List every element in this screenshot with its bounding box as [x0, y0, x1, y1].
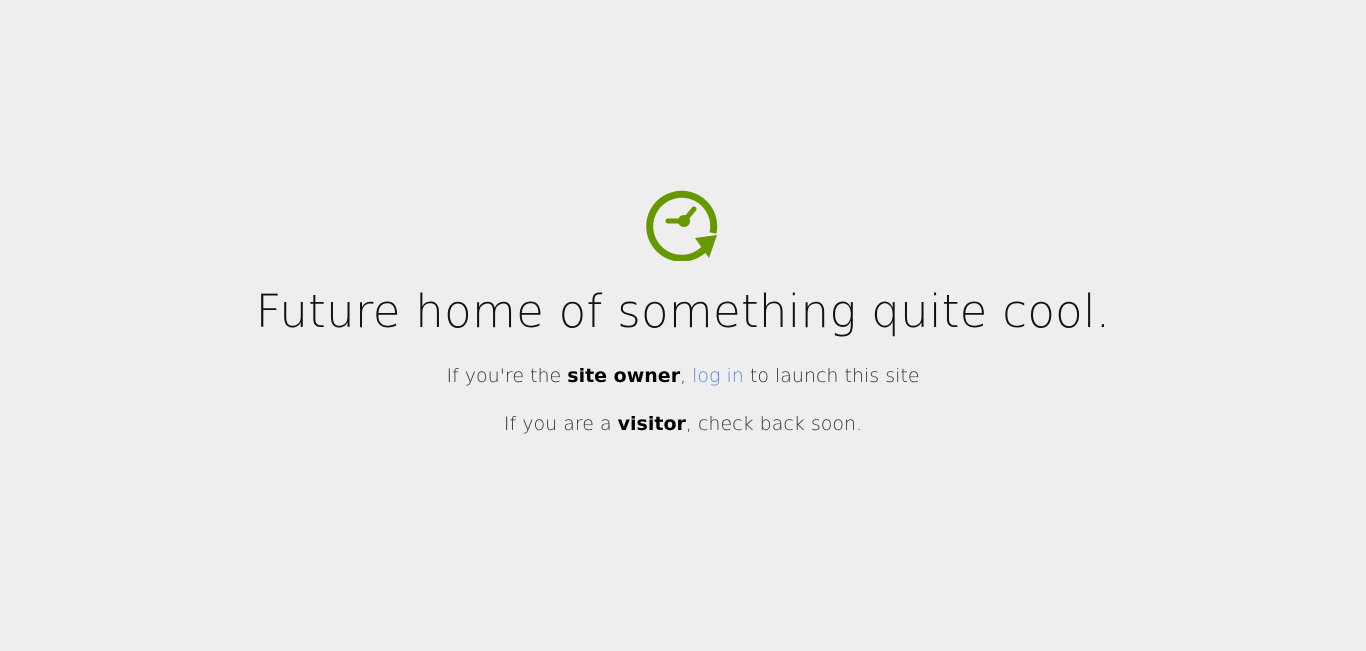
visitor-emphasis: visitor: [617, 413, 686, 435]
site-owner-message: If you're the site owner, log in to laun…: [0, 363, 1366, 389]
log-in-link[interactable]: log in: [692, 365, 744, 387]
visitor-prefix: If you are a: [503, 413, 618, 435]
page-title: Future home of something quite cool.: [255, 285, 1111, 338]
coming-soon-page: Future home of something quite cool. If …: [0, 0, 1366, 651]
visitor-suffix: , check back soon.: [685, 413, 863, 435]
visitor-message: If you are a visitor, check back soon.: [0, 411, 1366, 437]
clock-refresh-icon: [646, 190, 718, 261]
owner-suffix: to launch this site: [743, 365, 920, 387]
site-owner-emphasis: site owner: [567, 365, 681, 387]
owner-prefix: If you're the: [446, 365, 568, 387]
owner-comma: ,: [680, 365, 693, 387]
